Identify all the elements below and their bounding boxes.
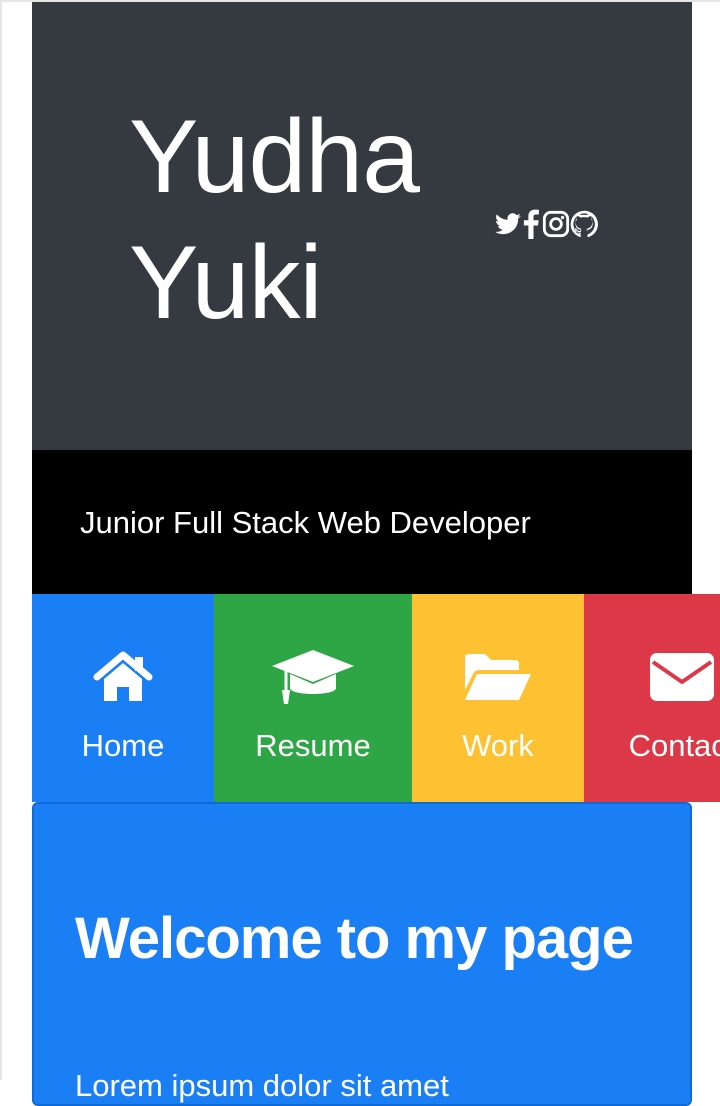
profile-name: Yudha Yuki	[129, 94, 420, 346]
job-title: Junior Full Stack Web Developer	[80, 505, 531, 540]
envelope-icon	[649, 646, 715, 708]
main-nav: Home Resume Work Contac	[32, 594, 720, 802]
nav-item-home[interactable]: Home	[32, 594, 214, 802]
hero-header: Yudha Yuki	[32, 2, 692, 450]
page-border-left	[0, 0, 2, 1080]
instagram-icon[interactable]	[542, 209, 570, 239]
nav-item-contact[interactable]: Contact	[584, 594, 720, 802]
nav-item-resume[interactable]: Resume	[214, 594, 412, 802]
nav-label-resume: Resume	[255, 728, 371, 763]
twitter-icon[interactable]	[494, 209, 521, 239]
tagline-band: Junior Full Stack Web Developer	[32, 450, 692, 594]
nav-label-work: Work	[462, 728, 534, 763]
graduation-cap-icon	[270, 646, 356, 708]
welcome-card: Welcome to my page Lorem ipsum dolor sit…	[32, 802, 692, 1106]
nav-item-work[interactable]: Work	[412, 594, 584, 802]
folder-open-icon	[463, 646, 533, 708]
nav-label-contact: Contact	[628, 728, 720, 763]
welcome-text: Lorem ipsum dolor sit amet	[75, 1068, 449, 1103]
home-icon	[93, 646, 153, 708]
nav-label-home: Home	[81, 728, 165, 763]
social-links	[494, 208, 598, 240]
last-name: Yuki	[129, 225, 323, 341]
github-icon[interactable]	[570, 209, 598, 239]
facebook-icon[interactable]	[522, 209, 540, 239]
first-name: Yudha	[129, 99, 420, 215]
welcome-title: Welcome to my page	[75, 906, 634, 971]
